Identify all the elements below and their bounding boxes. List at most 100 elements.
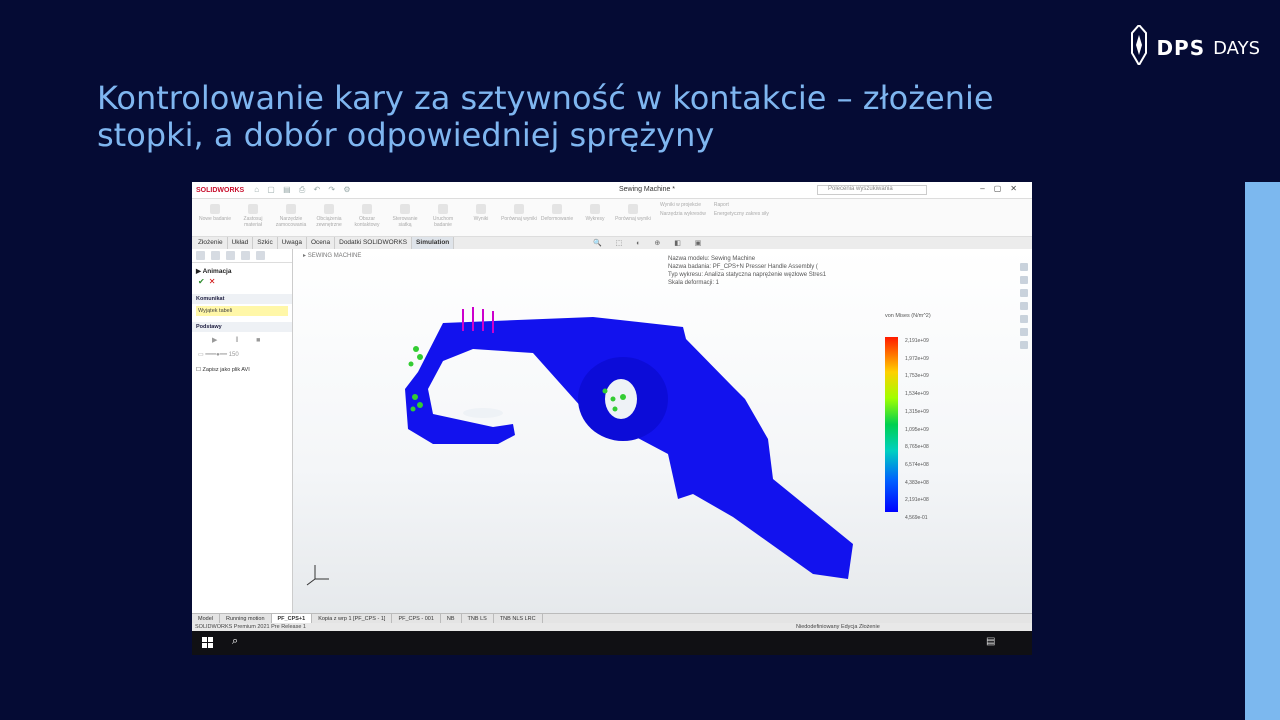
graphics-viewport[interactable]: ▸ SEWING MACHINE 🔍 ⬚ ◐ ⊕ ◧ ▣ Nazwa model…	[293, 240, 1032, 613]
status-left: SOLIDWORKS Premium 2021 Pre Release 1	[195, 624, 306, 630]
dimxpert-icon[interactable]	[241, 251, 250, 260]
accent-bar	[1245, 182, 1280, 720]
feature-tree-icon[interactable]	[196, 251, 205, 260]
message-text: Wyjątek tabeli	[196, 306, 288, 316]
search-icon[interactable]: ⌕	[232, 635, 238, 648]
legend-title: von Mises (N/m^2)	[885, 313, 931, 319]
ribbon-button[interactable]: Deformowanie	[538, 201, 576, 234]
legend-values: 2,191e+09 1,972e+09 1,753e+09 1,534e+09 …	[905, 333, 929, 528]
simulation-ribbon: Nowe badanie Zastosuj materiał Narzędzie…	[192, 199, 1032, 237]
ribbon-icon	[552, 204, 562, 214]
triad-icon	[306, 565, 329, 586]
ribbon-button[interactable]: Wykresy	[576, 201, 614, 234]
logo-dps-text: DPS	[1156, 36, 1206, 60]
config-manager-icon[interactable]	[226, 251, 235, 260]
frames-value: 150	[228, 352, 239, 358]
legend-value: 1,534e+09	[905, 391, 929, 398]
status-bar: SOLIDWORKS Premium 2021 Pre Release 1 Ni…	[192, 623, 1032, 631]
custom-properties-icon[interactable]	[1020, 341, 1028, 349]
window-controls[interactable]: –▢✕	[980, 184, 1026, 193]
property-manager-icon[interactable]	[211, 251, 220, 260]
ribbon-button[interactable]: Obszar kontaktowy	[348, 201, 386, 234]
legend-value: 1,753e+09	[905, 373, 929, 380]
ribbon-icon	[438, 204, 448, 214]
ribbon-button[interactable]: Nowe badanie	[196, 201, 234, 234]
ribbon-icon	[590, 204, 600, 214]
manager-tabs	[192, 249, 292, 263]
tab-szkic[interactable]: Szkic	[253, 237, 278, 249]
legend-value: 8,765e+08	[905, 444, 929, 451]
status-right: Niedodefiniowany Edycja Złożenie	[796, 624, 880, 630]
display-manager-icon[interactable]	[256, 251, 265, 260]
message-section[interactable]: Komunikat	[192, 294, 292, 304]
part-body	[405, 317, 853, 579]
heads-up-toolbar[interactable]: 🔍 ⬚ ◐ ⊕ ◧ ▣	[593, 239, 707, 247]
frames-slider[interactable]: ▭ ━━━●━━ 150	[192, 348, 292, 361]
tab-zlozenie[interactable]: Złożenie	[194, 237, 228, 249]
cancel-icon[interactable]: ✕	[209, 277, 216, 286]
ribbon-side-group: Raport Energetyczny zakres siły	[714, 201, 769, 234]
ribbon-icon	[362, 204, 372, 214]
legend-value: 6,574e+08	[905, 461, 929, 468]
view-palette-icon[interactable]	[1020, 315, 1028, 323]
ribbon-side-item[interactable]: Wyniki w projekcie	[660, 201, 706, 210]
ribbon-button[interactable]: Obciążenia zewnętrzne	[310, 201, 348, 234]
tab-ocena[interactable]: Ocena	[307, 237, 336, 249]
tab-uklad[interactable]: Układ	[228, 237, 254, 249]
tab-dodatki[interactable]: Dodatki SOLIDWORKS	[335, 237, 413, 249]
stress-legend: von Mises (N/m^2) 2,191e+09 1,972e+09 1,…	[885, 313, 931, 521]
file-explorer-icon[interactable]	[1020, 302, 1028, 310]
windows-taskbar: ⌕ ▤	[192, 631, 1032, 655]
legend-value: 2,191e+08	[905, 497, 929, 504]
part-slot	[463, 408, 503, 418]
legend-value: 1,315e+09	[905, 408, 929, 415]
legend-value: 1,095e+09	[905, 426, 929, 433]
ok-icon[interactable]: ✔	[198, 277, 205, 286]
tab-simulation[interactable]: Simulation	[412, 237, 455, 249]
ribbon-icon	[324, 204, 334, 214]
ribbon-icon	[476, 204, 486, 214]
playback-controls[interactable]: ▶ ‖ ■	[192, 332, 292, 348]
save-avi-checkbox[interactable]: ☐ Zapisz jako plik AVI	[192, 361, 292, 379]
notification-icon[interactable]: ▤	[986, 636, 995, 647]
ribbon-icon	[400, 204, 410, 214]
pm-actions: ✔ ✕	[192, 275, 292, 288]
property-manager: ▶ Animacja ✔ ✕ Komunikat Wyjątek tabeli P…	[192, 249, 293, 613]
legend-color-bar	[885, 337, 898, 512]
ribbon-icon	[514, 204, 524, 214]
legend-value: 4,383e+08	[905, 479, 929, 486]
ribbon-button[interactable]: Uruchom badanie	[424, 201, 462, 234]
document-title: Sewing Machine *	[619, 186, 676, 193]
title-bar: SOLIDWORKS ⌂ ▢ ▤ ⎙ ↶ ↷ ⚙ Sewing Machine …	[192, 182, 1032, 199]
ribbon-button[interactable]: Porównaj wyniki	[500, 201, 538, 234]
quick-access-toolbar[interactable]: ⌂ ▢ ▤ ⎙ ↶ ↷ ⚙	[254, 185, 353, 195]
design-library-icon[interactable]	[1020, 289, 1028, 297]
basic-section[interactable]: Podstawy	[192, 322, 292, 332]
ribbon-icon	[628, 204, 638, 214]
solidworks-window: SOLIDWORKS ⌂ ▢ ▤ ⎙ ↶ ↷ ⚙ Sewing Machine …	[192, 182, 1032, 655]
ribbon-button[interactable]: Zastosuj materiał	[234, 201, 272, 234]
dps-logo-icon	[1130, 23, 1148, 71]
ribbon-button[interactable]: Narzędzie zamocowania	[272, 201, 310, 234]
tab-uwaga[interactable]: Uwaga	[278, 237, 307, 249]
legend-value: 2,191e+09	[905, 338, 929, 344]
ribbon-button[interactable]: Wyniki	[462, 201, 500, 234]
legend-value: 4,569e-01	[905, 515, 928, 522]
ribbon-button[interactable]: Sterowanie siatką	[386, 201, 424, 234]
ribbon-icon	[286, 204, 296, 214]
ribbon-button[interactable]: Porównaj wyniki	[614, 201, 652, 234]
resources-icon[interactable]	[1020, 263, 1028, 271]
ribbon-side-item[interactable]: Energetyczny zakres siły	[714, 210, 769, 219]
ribbon-side-item[interactable]: Raport	[714, 201, 769, 210]
ribbon-side-group: Wyniki w projekcie Narzędzia wykresów	[660, 201, 706, 234]
appearances-icon[interactable]	[1020, 328, 1028, 336]
command-search-input[interactable]: Polecenia wyszukiwania	[817, 185, 927, 195]
logo-days-text: DAYS	[1213, 37, 1260, 59]
dps-days-logo: DPS DAYS	[1130, 23, 1260, 71]
slide-title: Kontrolowanie kary za sztywność w kontak…	[97, 79, 994, 154]
windows-start-icon[interactable]	[202, 637, 213, 648]
home-icon[interactable]	[1020, 276, 1028, 284]
ribbon-icon	[248, 204, 258, 214]
ribbon-side-item[interactable]: Narzędzia wykresów	[660, 210, 706, 219]
ribbon-icon	[210, 204, 220, 214]
